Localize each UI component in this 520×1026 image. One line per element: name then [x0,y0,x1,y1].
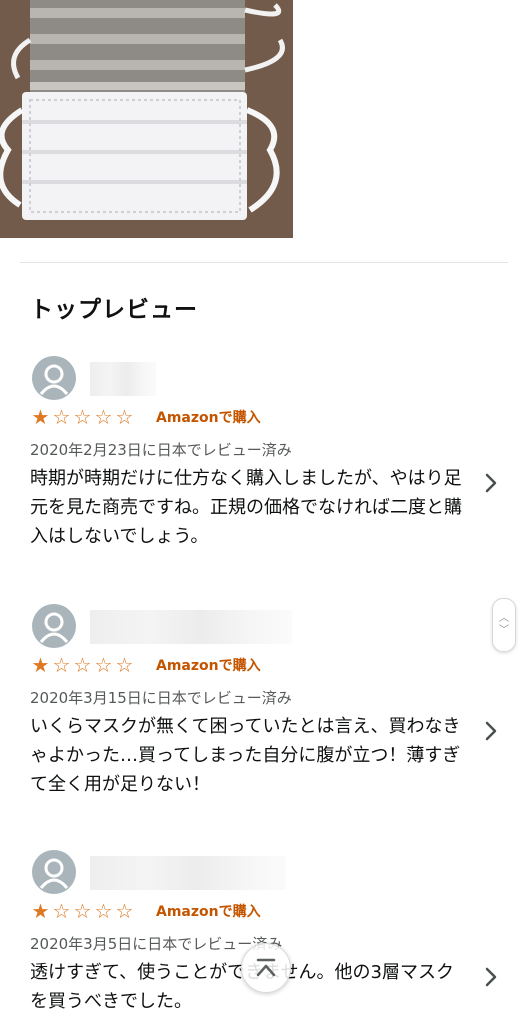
scroll-handle[interactable]: ︿ ﹀ [492,598,516,652]
star-icon: ☆ [94,653,113,677]
star-icon: ★ [31,405,50,429]
star-icon: ☆ [115,405,134,429]
verified-purchase-badge: Amazonで購入 [156,410,261,426]
star-icon: ☆ [94,405,113,429]
reviewer-name-blurred [90,856,286,890]
avatar-icon [32,850,76,894]
chevron-right-icon[interactable] [480,966,502,988]
chevron-right-icon[interactable] [480,472,502,494]
star-icon: ☆ [52,405,71,429]
star-rating: ★ ☆ ☆ ☆ ☆ [30,900,135,922]
star-icon: ☆ [115,899,134,923]
star-icon: ☆ [73,405,92,429]
star-icon: ☆ [52,653,71,677]
chevron-up-icon [256,958,276,977]
review-date: 2020年3月5日に日本でレビュー済み [30,935,283,953]
star-icon: ☆ [73,899,92,923]
review-date: 2020年3月15日に日本でレビュー済み [30,689,292,707]
avatar-icon [32,356,76,400]
section-divider [20,262,508,263]
reviewer-name-blurred [90,610,292,644]
star-icon: ☆ [94,899,113,923]
chevron-down-icon: ﹀ [499,625,509,636]
star-icon: ☆ [73,653,92,677]
star-icon: ★ [31,899,50,923]
verified-purchase-badge: Amazonで購入 [156,658,261,674]
verified-purchase-badge: Amazonで購入 [156,904,261,920]
review-date: 2020年2月23日に日本でレビュー済み [30,441,292,459]
star-icon: ☆ [115,653,134,677]
review-text: 時期が時期だけに仕方なく購入しましたが、やはり足元を見た商売ですね。正規の価格で… [30,468,462,547]
chevron-up-icon: ︿ [499,613,509,624]
chevron-right-icon[interactable] [480,720,502,742]
back-to-top-button[interactable] [241,943,291,993]
star-icon: ★ [31,653,50,677]
star-icon: ☆ [52,899,71,923]
star-rating: ★ ☆ ☆ ☆ ☆ [30,654,135,676]
product-image[interactable] [0,0,293,238]
review-text: いくらマスクが無くて困っていたとは言え、買わなきゃよかった…買ってしまった自分に… [30,716,461,795]
reviewer-name-blurred [90,362,156,396]
section-title: トップレビュー [30,297,198,323]
star-rating: ★ ☆ ☆ ☆ ☆ [30,406,135,428]
avatar-icon [32,604,76,648]
